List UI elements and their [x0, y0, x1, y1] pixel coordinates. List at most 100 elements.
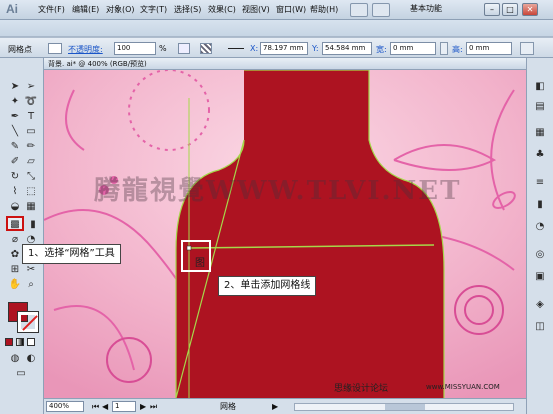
eraser-tool-icon[interactable]: ▱ — [24, 155, 38, 168]
scale-tool-icon[interactable]: ⤡ — [24, 170, 38, 183]
zoom-tool-icon[interactable]: ⌕ — [24, 278, 38, 291]
menu-view[interactable]: 视图(V) — [242, 4, 270, 15]
right-dock: ◧ ▤ ▦ ♣ ≡ ▮ ◔ ◎ ▣ ◈ ◫ — [526, 58, 553, 414]
gradient-panel-icon[interactable]: ▮ — [533, 198, 547, 211]
symbol-sprayer-tool-icon[interactable]: ✿ — [8, 248, 22, 261]
height-label: 高: — [452, 45, 463, 54]
site-url: www.MISSYUAN.COM — [426, 383, 500, 391]
reference-point-icon[interactable] — [200, 43, 212, 54]
mesh-tool-icon[interactable]: ▩ — [6, 216, 24, 231]
magic-wand-tool-icon[interactable]: ✦ — [8, 95, 22, 108]
opacity-label[interactable]: 不透明度: — [68, 44, 103, 55]
current-tool-status: 网格 — [220, 402, 236, 411]
horizontal-scrollbar[interactable] — [294, 403, 514, 411]
document-tab[interactable]: 背景. ai* @ 400% (RGB/预览) — [44, 58, 526, 70]
menu-type[interactable]: 文字(T) — [140, 4, 167, 15]
lasso-tool-icon[interactable]: ➰ — [24, 95, 38, 108]
width-label: 宽: — [376, 45, 387, 54]
artboards-panel-icon[interactable]: ◫ — [533, 320, 547, 333]
swatches-panel-icon[interactable]: ▦ — [533, 126, 547, 139]
status-arrow-icon[interactable]: ▶ — [272, 402, 278, 411]
blob-brush-tool-icon[interactable]: ✐ — [8, 155, 22, 168]
app-strip — [0, 20, 553, 37]
next-page-icon[interactable]: ▶ — [140, 402, 146, 411]
bridge-icon[interactable] — [350, 3, 368, 17]
menu-effect[interactable]: 效果(C) — [208, 4, 236, 15]
type-tool-icon[interactable]: T — [24, 110, 38, 123]
x-label: X: — [250, 44, 259, 53]
y-input[interactable]: 54.584 mm — [322, 42, 372, 55]
width-input[interactable]: 0 mm — [390, 42, 436, 55]
eyedropper-tool-icon[interactable]: ⌀ — [8, 233, 22, 246]
close-button[interactable]: ✕ — [522, 3, 538, 16]
site-watermark: 思缘设计论坛 — [334, 384, 389, 394]
mesh-cursor-icon: 图 — [195, 258, 205, 269]
minimize-button[interactable]: – — [484, 3, 500, 16]
panel-menu-icon[interactable] — [520, 42, 534, 55]
shape-builder-tool-icon[interactable]: ◒ — [8, 200, 22, 213]
color-mode-icon[interactable] — [5, 338, 13, 346]
line-tool-icon[interactable]: ╲ — [8, 125, 22, 138]
y-label: Y: — [312, 44, 319, 53]
maximize-button[interactable]: □ — [502, 3, 518, 16]
menu-window[interactable]: 窗口(W) — [276, 4, 306, 15]
graphic-styles-icon[interactable]: ▣ — [533, 270, 547, 283]
tool-name-label: 网格点 — [8, 45, 32, 54]
artboard-canvas[interactable]: 腾龍視覺WWW.TLVI.NET 图 思缘设计论坛 www.MISSYUAN.C… — [44, 70, 526, 398]
menu-help[interactable]: 帮助(H) — [310, 4, 338, 15]
menu-object[interactable]: 对象(O) — [106, 4, 135, 15]
free-transform-tool-icon[interactable]: ⬚ — [24, 185, 38, 198]
menu-bar: Ai 文件(F) 编辑(E) 对象(O) 文字(T) 选择(S) 效果(C) 视… — [0, 0, 553, 20]
symbols-panel-icon[interactable]: ♣ — [533, 148, 547, 161]
gradient-mode-icon[interactable] — [16, 338, 24, 346]
status-bar: 400% ⏮ ◀ 1 ▶ ⏭ 网格 ▶ — [44, 398, 526, 414]
link-icon[interactable] — [440, 42, 448, 55]
artwork-svg — [44, 70, 526, 398]
callout-step2: 2、单击添加网格线 — [218, 276, 317, 296]
gradient-tool-icon[interactable]: ▮ — [26, 218, 40, 231]
arrange-icon[interactable] — [372, 3, 390, 17]
paintbrush-tool-icon[interactable]: ✎ — [8, 140, 22, 153]
color-guide-icon[interactable]: ▤ — [533, 100, 547, 113]
stroke-color-swatch[interactable] — [17, 311, 39, 333]
pen-tool-icon[interactable]: ✒ — [8, 110, 22, 123]
callout-step1: 1、选择“网格”工具 — [22, 244, 121, 264]
hand-tool-icon[interactable]: ✋ — [8, 278, 22, 291]
layers-panel-icon[interactable]: ◈ — [533, 298, 547, 311]
mesh-anchor-point — [186, 245, 192, 251]
stroke-panel-icon[interactable]: ≡ — [533, 176, 547, 189]
menu-edit[interactable]: 编辑(E) — [72, 4, 99, 15]
pencil-tool-icon[interactable]: ✏ — [24, 140, 38, 153]
rotate-tool-icon[interactable]: ↻ — [8, 170, 22, 183]
screen-mode-icon[interactable]: ▭ — [14, 367, 28, 380]
first-page-icon[interactable]: ⏮ — [92, 402, 99, 412]
prev-page-icon[interactable]: ◀ — [102, 402, 108, 411]
artboard-tool-icon[interactable]: ⊞ — [8, 263, 22, 276]
opacity-input[interactable]: 100 — [114, 42, 156, 55]
color-panel-icon[interactable]: ◧ — [533, 80, 547, 93]
menu-select[interactable]: 选择(S) — [174, 4, 201, 15]
slice-tool-icon[interactable]: ✂ — [24, 263, 38, 276]
draw-normal-icon[interactable]: ◍ — [8, 352, 22, 365]
perspective-grid-tool-icon[interactable]: ▦ — [24, 200, 38, 213]
app-logo: Ai — [6, 2, 18, 16]
draw-behind-icon[interactable]: ◐ — [24, 352, 38, 365]
last-page-icon[interactable]: ⏭ — [150, 402, 157, 412]
style-icon[interactable] — [178, 43, 190, 54]
selection-tool-icon[interactable]: ➤ — [8, 80, 22, 93]
zoom-select[interactable]: 400% — [46, 401, 84, 412]
fill-swatch[interactable] — [48, 43, 62, 54]
appearance-panel-icon[interactable]: ◎ — [533, 248, 547, 261]
direct-selection-tool-icon[interactable]: ➢ — [24, 80, 38, 93]
scrollbar-thumb[interactable] — [385, 404, 425, 410]
rectangle-tool-icon[interactable]: ▭ — [24, 125, 38, 138]
height-input[interactable]: 0 mm — [466, 42, 512, 55]
x-input[interactable]: 78.197 mm — [260, 42, 308, 55]
none-mode-icon[interactable] — [27, 338, 35, 346]
transform-line-icon — [228, 48, 244, 49]
page-input[interactable]: 1 — [112, 401, 136, 412]
menu-file[interactable]: 文件(F) — [38, 4, 65, 15]
transparency-panel-icon[interactable]: ◔ — [533, 220, 547, 233]
warp-tool-icon[interactable]: ⌇ — [8, 185, 22, 198]
workspace-switcher[interactable]: 基本功能 — [410, 3, 442, 17]
